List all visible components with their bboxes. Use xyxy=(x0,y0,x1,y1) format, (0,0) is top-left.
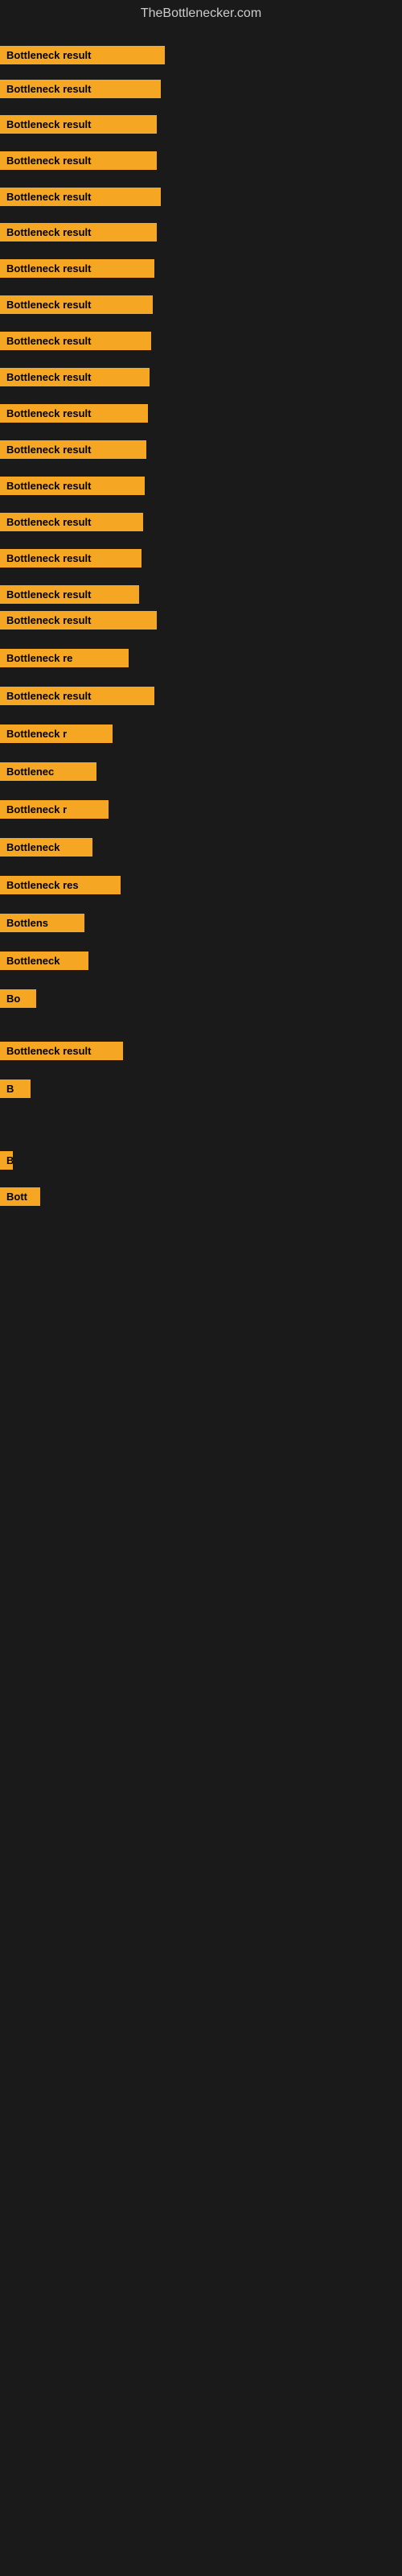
bottleneck-result-7: Bottleneck result xyxy=(0,259,154,278)
bottleneck-result-17: Bottleneck result xyxy=(0,611,157,630)
bottleneck-result-13: Bottleneck result xyxy=(0,477,145,495)
bottleneck-result-23: Bottleneck xyxy=(0,838,92,857)
bottleneck-result-29: B xyxy=(0,1080,31,1098)
bottleneck-result-3: Bottleneck result xyxy=(0,115,157,134)
bottleneck-result-6: Bottleneck result xyxy=(0,223,157,242)
bottleneck-result-21: Bottlenec xyxy=(0,762,96,781)
bottleneck-result-28: Bottleneck result xyxy=(0,1042,123,1060)
bottleneck-result-15: Bottleneck result xyxy=(0,549,142,568)
bottleneck-result-26: Bottleneck xyxy=(0,952,88,970)
bottleneck-result-18: Bottleneck re xyxy=(0,649,129,667)
bottleneck-result-11: Bottleneck result xyxy=(0,404,148,423)
bottleneck-result-22: Bottleneck r xyxy=(0,800,109,819)
bottleneck-result-20: Bottleneck r xyxy=(0,724,113,743)
bottleneck-result-27: Bo xyxy=(0,989,36,1008)
bottleneck-result-25: Bottlens xyxy=(0,914,84,932)
bottleneck-result-24: Bottleneck res xyxy=(0,876,121,894)
bottleneck-result-30: B xyxy=(0,1151,13,1170)
bottleneck-result-16: Bottleneck result xyxy=(0,585,139,604)
bottleneck-result-4: Bottleneck result xyxy=(0,151,157,170)
bottleneck-result-2: Bottleneck result xyxy=(0,80,161,98)
bottleneck-result-14: Bottleneck result xyxy=(0,513,143,531)
bottleneck-result-19: Bottleneck result xyxy=(0,687,154,705)
bottleneck-result-10: Bottleneck result xyxy=(0,368,150,386)
bottleneck-result-9: Bottleneck result xyxy=(0,332,151,350)
bottleneck-result-5: Bottleneck result xyxy=(0,188,161,206)
bottleneck-result-1: Bottleneck result xyxy=(0,46,165,64)
bottleneck-result-12: Bottleneck result xyxy=(0,440,146,459)
site-title: TheBottlenecker.com xyxy=(0,0,402,27)
bottleneck-result-8: Bottleneck result xyxy=(0,295,153,314)
bottleneck-result-31: Bott xyxy=(0,1187,40,1206)
